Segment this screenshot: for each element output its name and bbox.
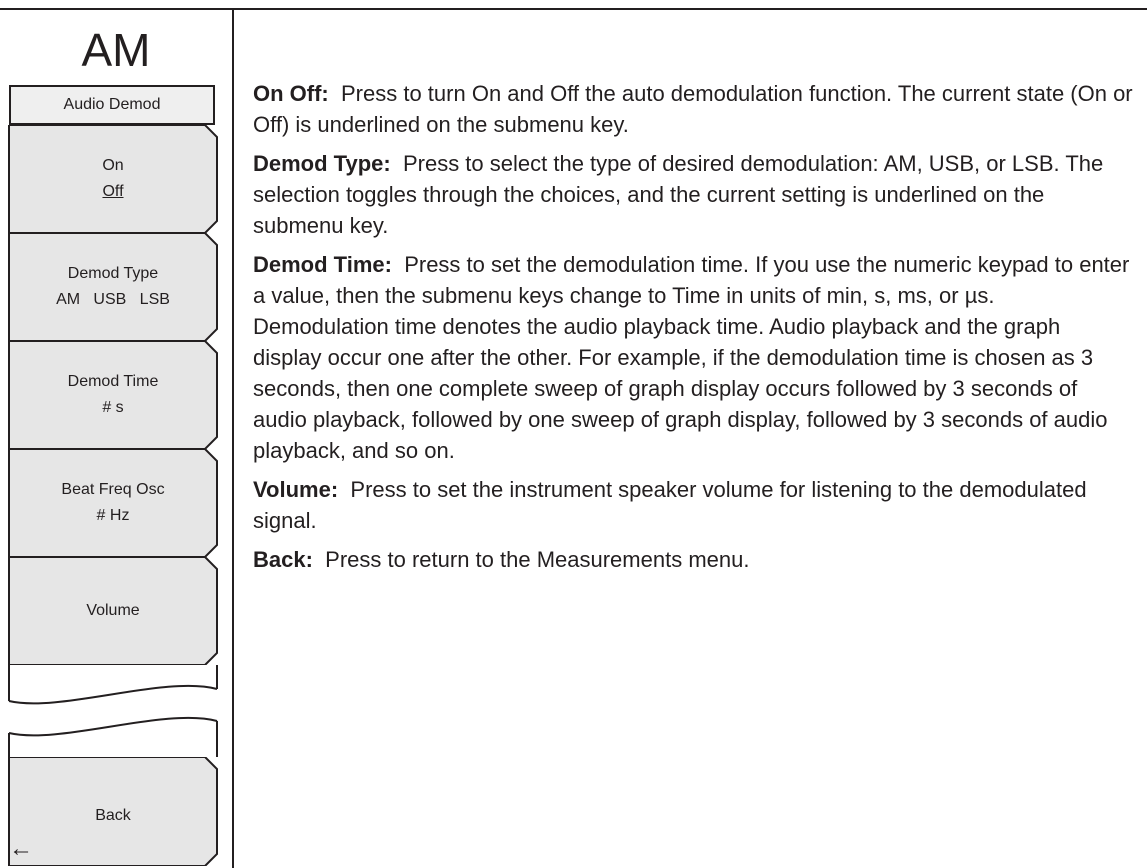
back-description: Back: Press to return to the Measurement… bbox=[253, 544, 1133, 575]
demod-type-key[interactable]: Demod Type AM USB LSB bbox=[0, 233, 232, 341]
menu-title: AM bbox=[81, 24, 151, 76]
beat-freq-osc-key[interactable]: Beat Freq Osc # Hz bbox=[0, 449, 232, 557]
menu-header: Audio Demod bbox=[9, 85, 215, 125]
demod-time-description: Demod Time: Press to set the demodulatio… bbox=[253, 249, 1133, 466]
description-term: On Off: bbox=[253, 81, 329, 106]
description-text: Press to return to the Measurements menu… bbox=[325, 547, 750, 572]
volume-description: Volume: Press to set the instrument spea… bbox=[253, 474, 1133, 536]
volume-label: Volume bbox=[86, 602, 140, 619]
description-text: Press to turn On and Off the auto demodu… bbox=[253, 81, 1133, 137]
on-label: On bbox=[102, 157, 124, 174]
softkey-menu: AM Audio Demod On Off Demod Type AM USB … bbox=[0, 10, 232, 868]
demod-time-value: # s bbox=[102, 399, 124, 416]
column-divider bbox=[232, 8, 234, 868]
off-label: Off bbox=[102, 183, 124, 200]
back-key[interactable]: Back ← bbox=[0, 757, 232, 866]
description-term: Back: bbox=[253, 547, 313, 572]
description-text: Press to set the demodulation time. If y… bbox=[253, 252, 1130, 463]
description-term: Volume: bbox=[253, 477, 339, 502]
demod-type-description: Demod Type: Press to select the type of … bbox=[253, 148, 1133, 241]
demod-time-label: Demod Time bbox=[67, 373, 159, 390]
back-arrow-icon: ← bbox=[9, 835, 33, 862]
volume-key[interactable]: Volume bbox=[0, 557, 232, 665]
beat-freq-osc-value: # Hz bbox=[96, 507, 130, 524]
description-term: Demod Time: bbox=[253, 252, 392, 277]
on-off-description: On Off: Press to turn On and Off the aut… bbox=[253, 78, 1133, 140]
description-text: Press to set the instrument speaker volu… bbox=[253, 477, 1087, 533]
demod-time-key[interactable]: Demod Time # s bbox=[0, 341, 232, 449]
on-off-key[interactable]: On Off bbox=[0, 125, 232, 233]
demod-type-options: AM USB LSB bbox=[56, 291, 170, 308]
menu-break bbox=[8, 665, 218, 757]
back-label: Back bbox=[95, 807, 131, 824]
description-term: Demod Type: bbox=[253, 151, 391, 176]
beat-freq-osc-label: Beat Freq Osc bbox=[61, 481, 165, 498]
demod-type-label: Demod Type bbox=[67, 265, 159, 282]
description-list: On Off: Press to turn On and Off the aut… bbox=[253, 78, 1133, 583]
